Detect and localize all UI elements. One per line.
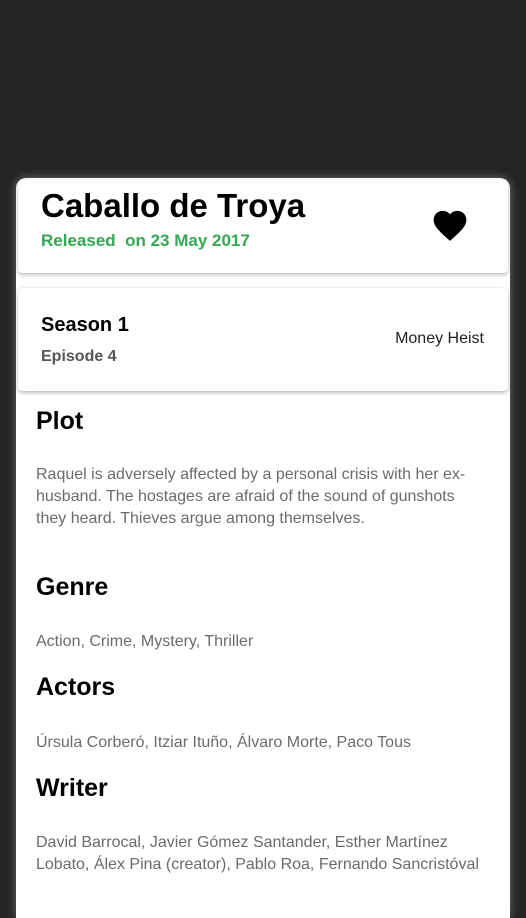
favorite-button[interactable] (430, 206, 470, 242)
release-date: Released on 23 May 2017 (41, 231, 250, 250)
genre-heading: Genre (36, 573, 109, 601)
actors-heading: Actors (36, 673, 116, 701)
episode-title: Caballo de Troya (41, 187, 306, 224)
genre-text: Action, Crime, Mystery, Thriller (36, 633, 254, 650)
episode-number-label: Episode 4 (41, 348, 117, 365)
actors-text: Úrsula Corberó, Itziar Ituño, Álvaro Mor… (36, 734, 411, 751)
writer-heading: Writer (36, 774, 108, 802)
heart-icon (433, 210, 467, 241)
plot-text: Raquel is adversely affected by a person… (36, 466, 466, 527)
writer-text: David Barrocal, Javier Gómez Santander, … (36, 834, 479, 873)
season-label: Season 1 (41, 314, 129, 336)
episode-detail-screen: { "episode": { "title": "Caballo de Troy… (0, 0, 526, 918)
season-card[interactable]: Season 1 Episode 4 Money Heist (18, 288, 508, 391)
detail-sheet: Caballo de Troya Released on 23 May 2017… (16, 178, 510, 918)
series-name: Money Heist (395, 330, 484, 347)
plot-heading: Plot (36, 407, 84, 435)
title-card: Caballo de Troya Released on 23 May 2017 (18, 180, 508, 273)
